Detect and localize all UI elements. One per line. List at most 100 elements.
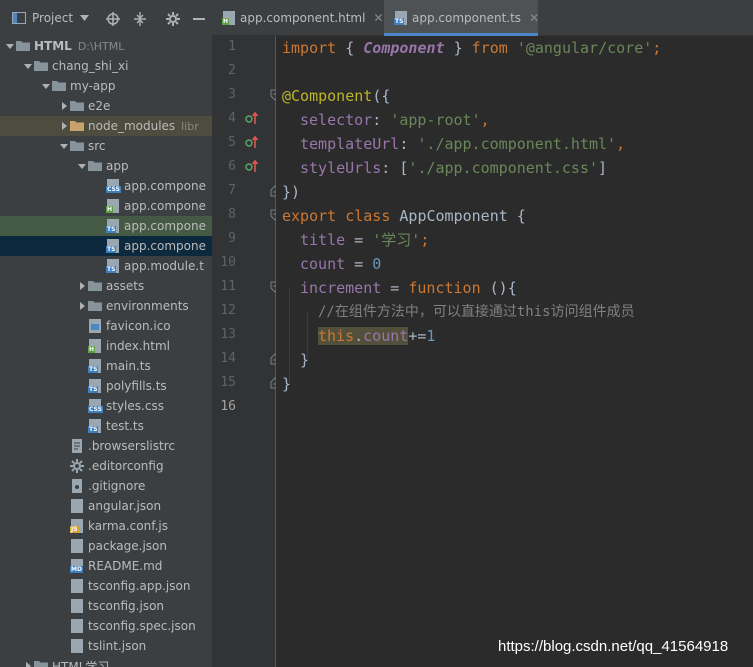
css-file-icon: CSS [106,179,121,193]
tree-item[interactable]: CSS app.compone [0,176,212,196]
ts-file-icon: TS [394,11,408,25]
line-number: 6 [228,159,236,174]
line-number: 7 [228,183,236,198]
project-view-label[interactable]: Project [32,10,73,26]
collapsed-arrow-icon[interactable] [58,116,70,136]
tree-item[interactable]: TS app.compone [0,236,212,256]
close-icon[interactable]: ✕ [373,11,383,25]
tab-app-component-html[interactable]: H app.component.html ✕ [212,0,384,36]
expanded-arrow-icon[interactable] [58,136,70,156]
tree-item-label: app.compone [124,199,206,213]
tree-item[interactable]: tsconfig.app.json [0,576,212,596]
folder-icon [70,139,84,153]
tree-item[interactable]: .editorconfig [0,456,212,476]
tree-item[interactable]: .browserslistrc [0,436,212,456]
tree-item-label: tsconfig.spec.json [88,619,196,633]
expanded-arrow-icon[interactable] [22,56,34,76]
tab-app-component-ts[interactable]: TS app.component.ts ✕ [384,0,539,36]
override-marker-icon[interactable] [245,159,259,173]
tree-item-label: README.md [88,559,163,573]
arrow-spacer [58,476,70,496]
tree-item[interactable]: my-app [0,76,212,96]
tree-item-label: styles.css [106,399,164,413]
tree-item[interactable]: TS app.module.t [0,256,212,276]
md-file-icon: MD [70,559,84,573]
tree-item[interactable]: tsconfig.json [0,596,212,616]
line-number: 3 [228,87,236,102]
tree-item[interactable]: HTML D:\HTML [0,36,212,56]
tree-item[interactable]: favicon.ico [0,316,212,336]
tree-item-label: .browserslistrc [88,439,175,453]
expanded-arrow-icon[interactable] [4,36,16,56]
tree-item[interactable]: Happ.compone [0,196,212,216]
arrow-spacer [94,216,106,236]
tree-item[interactable]: e2e [0,96,212,116]
tree-item-label: favicon.ico [106,319,171,333]
watermark: https://blog.csdn.net/qq_41564918 [498,638,729,655]
folder-icon [34,659,48,667]
html-file-icon: H [88,339,102,353]
ts-file-icon: TS [106,219,120,233]
tree-item[interactable]: JS karma.conf.js [0,516,212,536]
gear-icon[interactable] [166,12,180,26]
tree-item[interactable]: tslint.json [0,636,212,656]
tree-item[interactable]: src [0,136,212,156]
tree-item[interactable]: TS main.ts [0,356,212,376]
arrow-spacer [58,556,70,576]
tree-item[interactable]: Hindex.html [0,336,212,356]
collapsed-arrow-icon[interactable] [22,656,34,667]
tree-item[interactable]: environments [0,296,212,316]
project-icon[interactable] [12,12,26,24]
tree-item-label: karma.conf.js [88,519,168,533]
tree-item[interactable]: chang_shi_xi [0,56,212,76]
tree-item[interactable]: package.json [0,536,212,556]
code-line-1: import { Component } from '@angular/core… [282,39,662,57]
tree-item[interactable]: app [0,156,212,176]
tree-item-label: index.html [106,339,170,353]
html-file-icon: H [106,199,120,213]
code-editor[interactable]: import { Component } from '@angular/core… [276,36,753,667]
folder-icon [52,79,66,93]
dropdown-icon[interactable] [79,14,89,22]
collapse-icon[interactable] [133,12,147,26]
locate-icon[interactable] [106,12,120,26]
tree-item[interactable]: tsconfig.spec.json [0,616,212,636]
editor-tabs: H app.component.html ✕ TS app.component.… [212,0,753,36]
tree-item[interactable]: assets [0,276,212,296]
collapsed-arrow-icon[interactable] [58,96,70,116]
tree-item[interactable]: node_modules libr [0,116,212,136]
expanded-arrow-icon[interactable] [76,156,88,176]
tree-item-label: package.json [88,539,168,553]
code-line-7: }) [282,183,301,201]
code-line-13: this.count+=1 [318,327,436,345]
code-line-3: @Component({ [282,87,391,105]
expanded-arrow-icon[interactable] [40,76,52,96]
tree-item[interactable]: MD README.md [0,556,212,576]
arrow-spacer [58,496,70,516]
override-marker-icon[interactable] [245,111,259,125]
json-file-icon [70,579,84,593]
arrow-spacer [76,376,88,396]
tree-item[interactable]: CSS styles.css [0,396,212,416]
code-line-9: title = '学习'; [300,231,430,249]
json-file-icon [70,639,84,653]
code-line-8: export class AppComponent { [282,207,526,225]
tree-item[interactable]: TS app.compone [0,216,212,236]
tree-item[interactable]: HTML学习 [0,656,212,667]
arrow-spacer [94,196,106,216]
line-number: 11 [220,279,236,294]
collapsed-arrow-icon[interactable] [76,276,88,296]
close-icon[interactable]: ✕ [529,11,539,25]
ts-file-icon: TS [88,359,102,373]
minimize-icon[interactable] [193,18,205,20]
tree-item[interactable]: .gitignore [0,476,212,496]
code-line-10: count = 0 [300,255,382,273]
code-line-6: styleUrls: ['./app.component.css'] [300,159,608,177]
collapsed-arrow-icon[interactable] [76,296,88,316]
tree-item[interactable]: TS polyfills.ts [0,376,212,396]
tree-item[interactable]: TS test.ts [0,416,212,436]
folder-icon [34,59,48,73]
line-number: 8 [228,207,236,222]
override-marker-icon[interactable] [245,135,259,149]
tree-item[interactable]: angular.json [0,496,212,516]
